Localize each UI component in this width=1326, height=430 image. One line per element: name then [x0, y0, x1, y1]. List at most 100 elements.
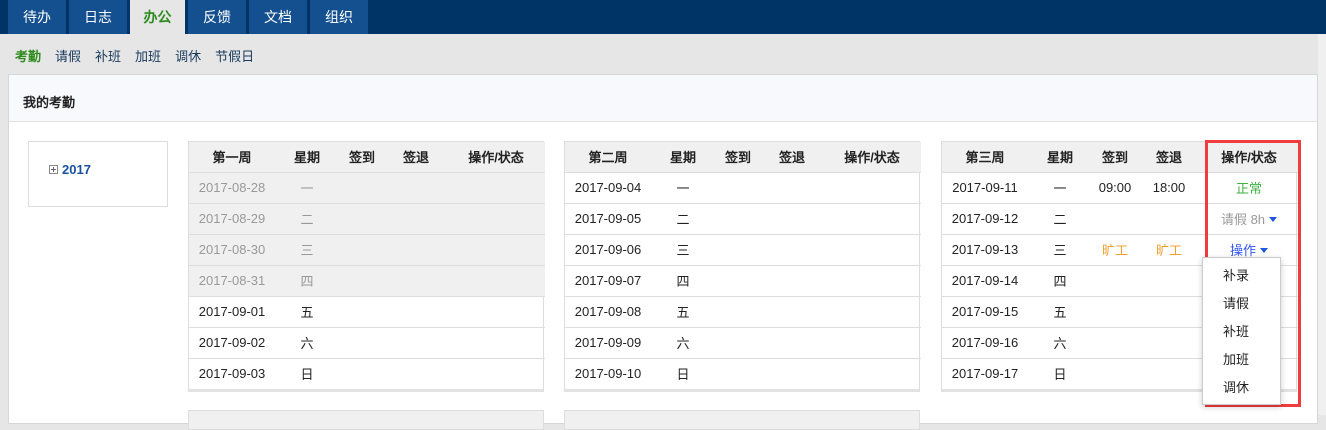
date-cell: 2017-09-14 [942, 264, 1028, 296]
weekday-cell: 六 [275, 326, 339, 358]
weekday-cell: 日 [1028, 357, 1092, 389]
date-cell: 2017-09-10 [565, 357, 651, 389]
table-row: 2017-09-08 五 [565, 295, 921, 327]
date-cell: 2017-09-15 [942, 295, 1028, 327]
dropdown-item[interactable]: 加班 [1203, 346, 1280, 374]
table-row: 2017-09-07 四 [565, 264, 921, 296]
sign-in-cell [715, 202, 761, 234]
panel-title: 我的考勤 [9, 75, 1317, 122]
weekday-cell: 五 [651, 295, 715, 327]
table-row: 2017-08-31 四 [189, 264, 545, 296]
date-cell: 2017-08-31 [189, 264, 275, 296]
week-table: 第一周 星期 签到 签退 操作/状态 2017-08-28 一 2017-08-29 二 2017… [188, 141, 545, 392]
weekday-cell: 五 [1028, 295, 1092, 327]
date-cell: 2017-09-11 [942, 171, 1028, 203]
table-row: 2017-09-02 六 [189, 326, 545, 358]
sign-in-cell [1092, 357, 1138, 389]
nav-tab[interactable]: 日志 [69, 0, 127, 34]
scrollbar[interactable] [1318, 34, 1326, 415]
column-header: 签到 [715, 142, 761, 172]
status-cell [447, 202, 545, 234]
status-cell [823, 357, 921, 389]
table-row: 2017-09-03 日 [189, 357, 545, 389]
sign-in-cell [339, 233, 385, 265]
column-header: 操作/状态 [823, 142, 921, 172]
column-header: 签退 [385, 142, 447, 172]
operation-dropdown-menu: 补录 请假 补班 加班 调休 [1202, 257, 1281, 405]
tree-year[interactable]: 2017 [62, 162, 91, 177]
nav-tab[interactable]: 反馈 [188, 0, 246, 34]
expand-icon[interactable] [49, 165, 58, 174]
subnav-item[interactable]: 请假 [55, 46, 81, 65]
status-cell [823, 295, 921, 327]
weekday-cell: 三 [275, 233, 339, 265]
date-cell: 2017-09-05 [565, 202, 651, 234]
sign-in-cell [1092, 264, 1138, 296]
column-header: 第三周 [942, 142, 1028, 172]
dropdown-item[interactable]: 请假 [1203, 290, 1280, 318]
date-cell: 2017-09-17 [942, 357, 1028, 389]
table-row: 2017-09-04 一 [565, 171, 921, 203]
table-row: 2017-08-28 一 [189, 171, 545, 203]
sign-out-cell [761, 202, 823, 234]
nav-tab[interactable]: 组织 [310, 0, 368, 34]
date-cell: 2017-09-07 [565, 264, 651, 296]
date-cell: 2017-09-09 [565, 326, 651, 358]
date-cell: 2017-08-29 [189, 202, 275, 234]
sign-out-cell [1138, 202, 1200, 234]
table-row: 2017-08-29 二 [189, 202, 545, 234]
nav-tab[interactable]: 文档 [249, 0, 307, 34]
date-cell: 2017-09-16 [942, 326, 1028, 358]
sign-in-cell [715, 295, 761, 327]
nav-tab[interactable]: 待办 [8, 0, 66, 34]
sign-in-cell [339, 357, 385, 389]
sign-out-cell [761, 357, 823, 389]
sign-in-cell [1092, 202, 1138, 234]
date-cell: 2017-09-02 [189, 326, 275, 358]
status-cell [823, 233, 921, 265]
weekday-cell: 一 [1028, 171, 1092, 203]
table-row: 2017-09-06 三 [565, 233, 921, 265]
weekday-cell: 四 [275, 264, 339, 296]
next-week-table-stub [188, 410, 544, 430]
subnav-item[interactable]: 节假日 [215, 46, 254, 65]
date-cell: 2017-09-01 [189, 295, 275, 327]
next-week-table-stub [564, 410, 920, 430]
table-row: 2017-09-10 日 [565, 357, 921, 389]
sign-in-cell [339, 264, 385, 296]
sign-out-cell [1138, 264, 1200, 296]
dropdown-item[interactable]: 补班 [1203, 318, 1280, 346]
sign-out-cell [385, 171, 447, 203]
subnav-item[interactable]: 加班 [135, 46, 161, 65]
dropdown-item[interactable]: 调休 [1203, 374, 1280, 402]
sign-in-cell [339, 326, 385, 358]
sign-in-cell [715, 326, 761, 358]
weekday-cell: 五 [275, 295, 339, 327]
weekday-cell: 三 [651, 233, 715, 265]
column-header: 星期 [275, 142, 339, 172]
nav-tab[interactable]: 办公 [130, 0, 185, 34]
subnav-item[interactable]: 补班 [95, 46, 121, 65]
weekday-cell: 二 [275, 202, 339, 234]
weekday-cell: 一 [275, 171, 339, 203]
weekday-cell: 四 [651, 264, 715, 296]
status-cell [447, 295, 545, 327]
date-cell: 2017-09-04 [565, 171, 651, 203]
table-row: 2017-09-05 二 [565, 202, 921, 234]
date-cell: 2017-09-03 [189, 357, 275, 389]
sign-out-cell [385, 326, 447, 358]
weekday-cell: 二 [651, 202, 715, 234]
status-cell [447, 233, 545, 265]
weekday-cell: 日 [275, 357, 339, 389]
week-table: 第二周 星期 签到 签退 操作/状态 2017-09-04 一 2017-09-05 二 2017… [564, 141, 921, 392]
date-cell: 2017-09-06 [565, 233, 651, 265]
sign-in-cell [1092, 295, 1138, 327]
subnav-item[interactable]: 调休 [175, 46, 201, 65]
date-cell: 2017-09-13 [942, 233, 1028, 265]
sign-out-cell: 18:00 [1138, 171, 1200, 203]
dropdown-item[interactable]: 补录 [1203, 262, 1280, 290]
weekday-cell: 四 [1028, 264, 1092, 296]
status-cell [447, 171, 545, 203]
status-cell [823, 202, 921, 234]
subnav-item[interactable]: 考勤 [15, 46, 41, 65]
